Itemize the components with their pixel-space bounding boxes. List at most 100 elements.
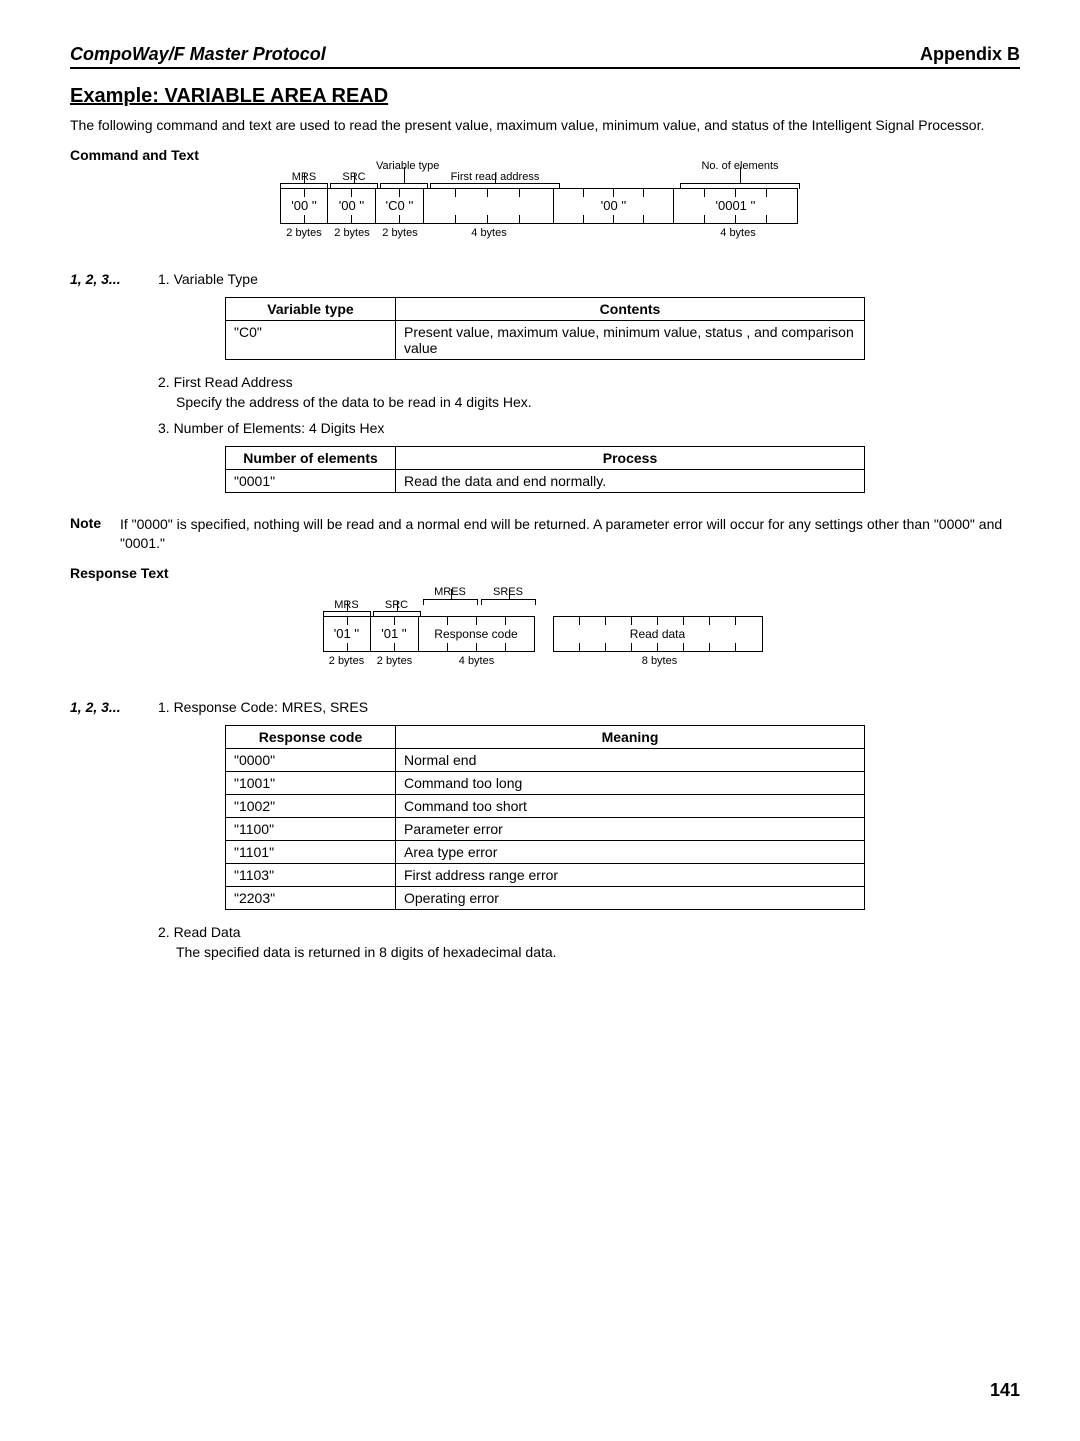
table-row: "2203" Operating error: [226, 886, 865, 909]
note-text: If "0000" is specified, nothing will be …: [120, 515, 1020, 553]
d2-bytes-2: 2 bytes: [371, 655, 419, 667]
th-contents: Contents: [396, 297, 865, 320]
step-r2-title: 2. Read Data: [158, 924, 1020, 940]
td-c2: Command too short: [396, 794, 865, 817]
td-c1: "1002": [226, 794, 396, 817]
td-c2: Command too long: [396, 771, 865, 794]
steps-label-2: 1, 2, 3...: [70, 699, 158, 715]
d1-cell-4: [424, 188, 554, 224]
header-right: Appendix B: [920, 44, 1020, 65]
d2-cell-3-text: Response code: [434, 627, 517, 641]
header-left: CompoWay/F Master Protocol: [70, 44, 326, 65]
table-row: "C0" Present value, maximum value, minim…: [226, 320, 865, 359]
step-2-sub: Specify the address of the data to be re…: [176, 394, 1020, 410]
td-c2: Present value, maximum value, minimum va…: [396, 320, 865, 359]
d1-cell-2: '00 '': [328, 188, 376, 224]
d2-cell-4: Read data: [553, 616, 763, 652]
td-c2: Normal end: [396, 748, 865, 771]
step-r2-sub: The specified data is returned in 8 digi…: [176, 944, 1020, 960]
d1-cell-5-text: '00 '': [601, 198, 627, 213]
td-c2: Area type error: [396, 840, 865, 863]
d1-label-mrs: MRS: [280, 171, 328, 183]
response-diagram: MRS SRC MRES SRES '01 '' '01 '' Response…: [70, 591, 1020, 681]
d2-label-mres: MRES: [423, 586, 478, 598]
d2-label-sres: SRES: [481, 586, 536, 598]
note-label: Note: [70, 515, 120, 553]
table-row: "1001" Command too long: [226, 771, 865, 794]
table-row: "0000" Normal end: [226, 748, 865, 771]
td-c1: "0001": [226, 469, 396, 492]
steps-label: 1, 2, 3...: [70, 271, 158, 287]
d1-cell-1-text: '00 '': [291, 198, 317, 213]
d2-bytes-1: 2 bytes: [323, 655, 371, 667]
td-c1: "1100": [226, 817, 396, 840]
th-meaning: Meaning: [396, 725, 865, 748]
td-c1: "1101": [226, 840, 396, 863]
d2-cell-1: '01 '': [323, 616, 371, 652]
elements-table: Number of elements Process "0001" Read t…: [225, 446, 865, 493]
d2-bytes-4: 8 bytes: [555, 655, 765, 667]
d1-cell-6: '0001 '': [674, 188, 798, 224]
page-number: 141: [70, 1380, 1020, 1401]
note-block: Note If "0000" is specified, nothing wil…: [70, 515, 1020, 553]
response-code-table: Response code Meaning "0000" Normal end …: [225, 725, 865, 910]
table-header: Number of elements Process: [226, 446, 865, 469]
table-header: Variable type Contents: [226, 297, 865, 320]
d2-bytes-3: 4 bytes: [419, 655, 535, 667]
td-c2: First address range error: [396, 863, 865, 886]
d2-cell-2-text: '01 '': [381, 626, 407, 641]
intro-paragraph: The following command and text are used …: [70, 116, 1020, 135]
td-c1: "C0": [226, 320, 396, 359]
d2-cell-2: '01 '': [371, 616, 419, 652]
th-vartype: Variable type: [226, 297, 396, 320]
d2-cell-3: Response code: [419, 616, 535, 652]
d1-label-src: SRC: [330, 171, 378, 183]
d2-label-mrs: MRS: [323, 599, 371, 611]
td-c1: "2203": [226, 886, 396, 909]
variable-type-table: Variable type Contents "C0" Present valu…: [225, 297, 865, 360]
table-row: "1100" Parameter error: [226, 817, 865, 840]
d2-cell-4-text: Read data: [630, 627, 685, 641]
d1-label-noelem: No. of elements: [685, 161, 795, 172]
table-row: "1103" First address range error: [226, 863, 865, 886]
step-1-title: 1. Variable Type: [158, 271, 1020, 287]
table-header: Response code Meaning: [226, 725, 865, 748]
page-header: CompoWay/F Master Protocol Appendix B: [70, 44, 1020, 69]
response-text-heading: Response Text: [70, 565, 1020, 581]
d2-cell-1-text: '01 '': [334, 626, 360, 641]
steps-block-2: 1, 2, 3... 1. Response Code: MRES, SRES: [70, 699, 1020, 719]
d1-bytes-4: 4 bytes: [424, 227, 554, 239]
d1-label-vartype: Variable type: [376, 161, 436, 172]
table-row: "0001" Read the data and end normally.: [226, 469, 865, 492]
section-title: Example: VARIABLE AREA READ: [70, 85, 1020, 108]
d1-bytes-1: 2 bytes: [280, 227, 328, 239]
th-process: Process: [396, 446, 865, 469]
td-c1: "1001": [226, 771, 396, 794]
d1-cell-5: '00 '': [554, 188, 674, 224]
step-r1-title: 1. Response Code: MRES, SRES: [158, 699, 1020, 715]
step-3-title: 3. Number of Elements: 4 Digits Hex: [158, 420, 1020, 436]
td-c2: Operating error: [396, 886, 865, 909]
d1-cell-6-text: '0001 '': [716, 198, 756, 213]
command-and-text-heading: Command and Text: [70, 147, 1020, 163]
d1-bytes-3: 2 bytes: [376, 227, 424, 239]
table-row: "1101" Area type error: [226, 840, 865, 863]
td-c1: "1103": [226, 863, 396, 886]
td-c1: "0000": [226, 748, 396, 771]
d1-cell-1: '00 '': [280, 188, 328, 224]
th-noelem: Number of elements: [226, 446, 396, 469]
d1-cell-3: 'C0 '': [376, 188, 424, 224]
d2-label-src: SRC: [373, 599, 421, 611]
td-c2: Read the data and end normally.: [396, 469, 865, 492]
command-diagram: MRS SRC Variable type First read address…: [70, 173, 1020, 253]
steps-block-1: 1, 2, 3... 1. Variable Type: [70, 271, 1020, 291]
d1-bytes-6: 4 bytes: [676, 227, 800, 239]
th-respcode: Response code: [226, 725, 396, 748]
d1-label-firstaddr: First read address: [430, 171, 560, 183]
td-c2: Parameter error: [396, 817, 865, 840]
d1-bytes-2: 2 bytes: [328, 227, 376, 239]
table-row: "1002" Command too short: [226, 794, 865, 817]
step-2-title: 2. First Read Address: [158, 374, 1020, 390]
d1-cell-3-text: 'C0 '': [386, 198, 414, 213]
d1-cell-2-text: '00 '': [339, 198, 365, 213]
